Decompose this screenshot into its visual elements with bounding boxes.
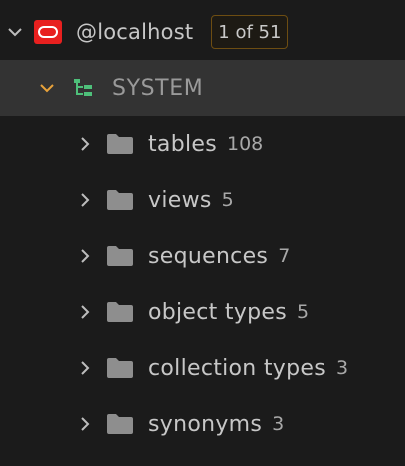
item-count: 5 [221,189,234,211]
item-label: sequences [148,243,269,269]
item-count: 7 [278,245,291,267]
chevron-right-icon[interactable] [76,359,94,377]
tree-item-object-types[interactable]: object types 5 [0,284,405,340]
folder-icon [107,358,133,378]
tree-item-collection-types[interactable]: collection types 3 [0,340,405,396]
page-badge: 1 of 51 [211,15,289,49]
item-count: 5 [297,301,310,323]
tree-item-synonyms[interactable]: synonyms 3 [0,396,405,452]
folder-icon [107,134,133,154]
item-count: 108 [226,133,264,155]
chevron-down-icon[interactable] [38,79,56,97]
schema-tree-icon [74,79,92,96]
item-count: 3 [272,413,285,435]
chevron-down-icon[interactable] [6,23,24,41]
schema-label: SYSTEM [112,75,204,101]
schema-row-system[interactable]: SYSTEM [0,60,405,116]
folder-icon [107,302,133,322]
item-label: object types [148,299,287,325]
chevron-right-icon[interactable] [76,191,94,209]
item-label: tables [148,131,217,157]
connection-row[interactable]: @localhost 1 of 51 [0,4,405,60]
item-label: collection types [148,355,326,381]
tree-item-views[interactable]: views 5 [0,172,405,228]
folder-icon [107,190,133,210]
chevron-right-icon[interactable] [76,415,94,433]
folder-icon [107,246,133,266]
item-count: 3 [335,357,349,379]
oracle-logo-icon [34,20,62,44]
folder-icon [107,414,133,434]
chevron-right-icon[interactable] [76,135,94,153]
item-label: synonyms [148,411,263,437]
connection-label: @localhost [76,20,194,44]
chevron-right-icon[interactable] [76,303,94,321]
tree-item-tables[interactable]: tables 108 [0,116,405,172]
tree-item-sequences[interactable]: sequences 7 [0,228,405,284]
item-label: views [148,187,212,213]
connection-tree: @localhost 1 of 51 SYSTEM tables 108 vie [0,0,405,466]
chevron-right-icon[interactable] [76,247,94,265]
